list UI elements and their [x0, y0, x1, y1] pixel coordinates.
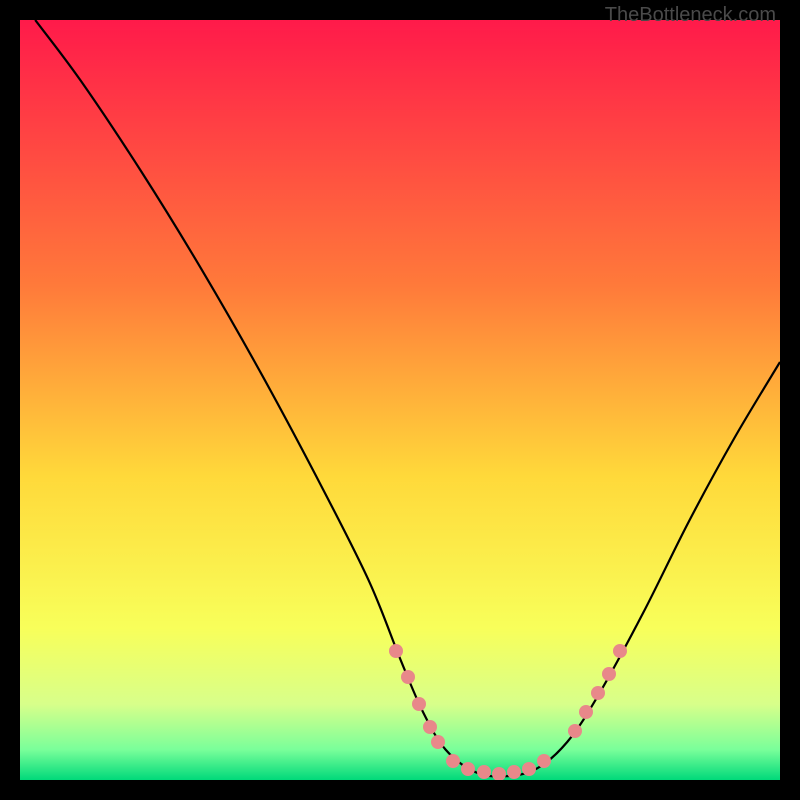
highlight-dot	[423, 720, 437, 734]
highlight-dot	[431, 735, 445, 749]
highlight-dots	[20, 20, 780, 780]
plot-area	[20, 20, 780, 780]
frame: TheBottleneck.com	[0, 0, 800, 800]
highlight-dot	[613, 644, 627, 658]
highlight-dot	[602, 667, 616, 681]
watermark-text: TheBottleneck.com	[605, 4, 776, 27]
highlight-dot	[461, 762, 475, 776]
highlight-dot	[537, 754, 551, 768]
highlight-dot	[389, 644, 403, 658]
highlight-dot	[492, 767, 506, 780]
highlight-dot	[568, 724, 582, 738]
highlight-dot	[522, 762, 536, 776]
highlight-dot	[401, 670, 415, 684]
highlight-dot	[477, 765, 491, 779]
highlight-dot	[591, 686, 605, 700]
highlight-dot	[446, 754, 460, 768]
highlight-dot	[507, 765, 521, 779]
highlight-dot	[412, 697, 426, 711]
highlight-dot	[579, 705, 593, 719]
